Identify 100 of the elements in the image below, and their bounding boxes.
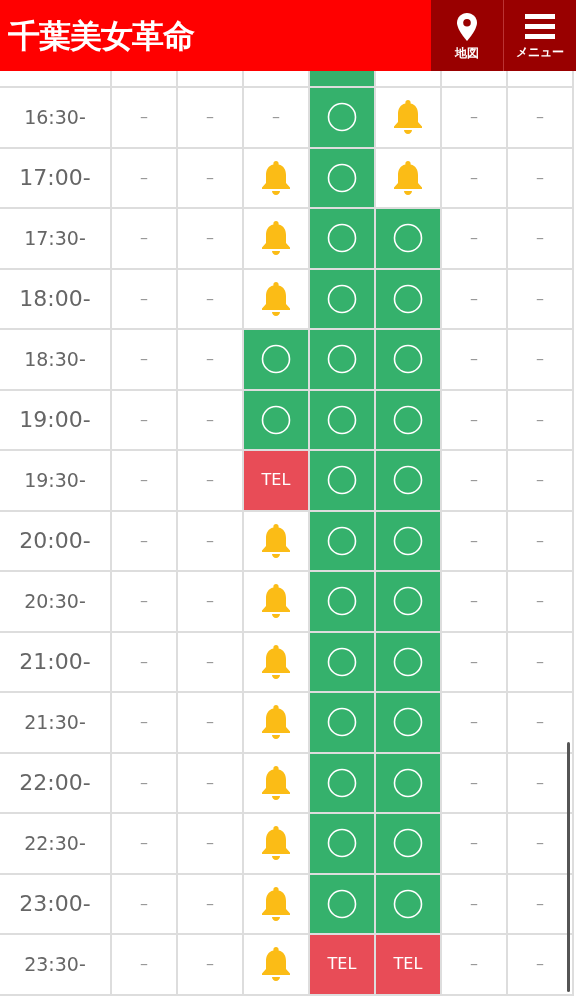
available-cell[interactable] bbox=[310, 209, 376, 270]
unavailable-cell: – bbox=[442, 572, 508, 633]
map-button[interactable]: 地図 bbox=[431, 0, 503, 71]
unavailable-cell: – bbox=[178, 632, 244, 693]
circle-icon bbox=[327, 888, 357, 919]
unavailable-cell: – bbox=[442, 390, 508, 451]
table-cell bbox=[442, 71, 508, 88]
available-cell[interactable] bbox=[310, 88, 376, 149]
available-cell[interactable] bbox=[376, 572, 442, 633]
bell-icon bbox=[393, 160, 423, 195]
unavailable-cell: – bbox=[178, 572, 244, 633]
bell-icon bbox=[261, 826, 291, 861]
bell-icon bbox=[261, 705, 291, 740]
available-cell[interactable] bbox=[244, 330, 310, 391]
unavailable-cell: – bbox=[508, 390, 574, 451]
unavailable-cell: – bbox=[442, 935, 508, 996]
unavailable-cell: – bbox=[112, 209, 178, 270]
available-cell[interactable] bbox=[310, 451, 376, 512]
tel-cell[interactable]: TEL bbox=[310, 935, 376, 996]
circle-icon bbox=[393, 404, 423, 435]
available-cell[interactable] bbox=[376, 874, 442, 935]
available-cell[interactable] bbox=[376, 390, 442, 451]
unavailable-cell: – bbox=[112, 390, 178, 451]
unavailable-cell: – bbox=[508, 88, 574, 149]
circle-icon bbox=[393, 767, 423, 798]
unavailable-cell: – bbox=[112, 269, 178, 330]
table-cell bbox=[178, 71, 244, 88]
circle-icon bbox=[327, 586, 357, 617]
unavailable-cell: – bbox=[112, 874, 178, 935]
available-cell[interactable] bbox=[310, 148, 376, 209]
unavailable-cell: – bbox=[442, 511, 508, 572]
bell-icon bbox=[261, 523, 291, 558]
circle-icon bbox=[327, 102, 357, 133]
available-cell[interactable] bbox=[310, 814, 376, 875]
bell-icon bbox=[261, 947, 291, 982]
unavailable-cell: – bbox=[508, 330, 574, 391]
available-cell bbox=[310, 71, 376, 88]
unavailable-cell: – bbox=[112, 88, 178, 149]
bell-icon bbox=[261, 281, 291, 316]
table-cell bbox=[112, 71, 178, 88]
menu-button[interactable]: メニュー bbox=[504, 0, 576, 71]
unavailable-cell: – bbox=[442, 148, 508, 209]
tel-cell[interactable]: TEL bbox=[376, 935, 442, 996]
circle-icon bbox=[327, 525, 357, 556]
unavailable-cell: – bbox=[178, 330, 244, 391]
circle-icon bbox=[327, 283, 357, 314]
available-cell[interactable] bbox=[376, 814, 442, 875]
table-cell bbox=[244, 71, 310, 88]
available-cell[interactable] bbox=[376, 753, 442, 814]
available-cell[interactable] bbox=[310, 753, 376, 814]
available-cell[interactable] bbox=[310, 330, 376, 391]
unavailable-cell: – bbox=[178, 88, 244, 149]
unavailable-cell: – bbox=[178, 935, 244, 996]
map-pin-icon bbox=[457, 12, 477, 41]
bell-icon bbox=[261, 160, 291, 195]
circle-icon bbox=[327, 223, 357, 254]
available-cell[interactable] bbox=[376, 511, 442, 572]
unavailable-cell: – bbox=[442, 814, 508, 875]
scrollbar[interactable] bbox=[567, 742, 570, 992]
available-cell[interactable] bbox=[376, 451, 442, 512]
unavailable-cell: – bbox=[178, 390, 244, 451]
unavailable-cell: – bbox=[508, 632, 574, 693]
unavailable-cell: – bbox=[508, 148, 574, 209]
available-cell[interactable] bbox=[376, 632, 442, 693]
unavailable-cell: – bbox=[178, 511, 244, 572]
site-logo[interactable]: 千葉美女革命 bbox=[8, 11, 194, 60]
bell-icon bbox=[261, 644, 291, 679]
unavailable-cell: – bbox=[442, 330, 508, 391]
available-cell[interactable] bbox=[310, 572, 376, 633]
available-cell[interactable] bbox=[310, 874, 376, 935]
available-cell[interactable] bbox=[376, 330, 442, 391]
unavailable-cell: – bbox=[508, 209, 574, 270]
available-cell[interactable] bbox=[376, 269, 442, 330]
unavailable-cell: – bbox=[178, 753, 244, 814]
circle-icon bbox=[393, 586, 423, 617]
available-cell[interactable] bbox=[310, 693, 376, 754]
circle-icon bbox=[393, 465, 423, 496]
circle-icon bbox=[393, 646, 423, 677]
available-cell[interactable] bbox=[376, 693, 442, 754]
available-cell[interactable] bbox=[376, 209, 442, 270]
unavailable-cell: – bbox=[508, 753, 574, 814]
available-cell[interactable] bbox=[310, 632, 376, 693]
unavailable-cell: – bbox=[508, 693, 574, 754]
bell-icon bbox=[393, 100, 423, 135]
circle-icon bbox=[327, 646, 357, 677]
circle-icon bbox=[327, 465, 357, 496]
unavailable-cell: – bbox=[508, 269, 574, 330]
unavailable-cell: – bbox=[178, 148, 244, 209]
available-cell[interactable] bbox=[310, 269, 376, 330]
circle-icon bbox=[327, 767, 357, 798]
unavailable-cell: – bbox=[112, 935, 178, 996]
available-cell[interactable] bbox=[244, 390, 310, 451]
available-cell[interactable] bbox=[310, 511, 376, 572]
circle-icon bbox=[393, 888, 423, 919]
tel-cell[interactable]: TEL bbox=[244, 451, 310, 512]
unavailable-cell: – bbox=[112, 693, 178, 754]
circle-icon bbox=[327, 344, 357, 375]
available-cell[interactable] bbox=[310, 390, 376, 451]
bell-icon bbox=[261, 221, 291, 256]
circle-icon bbox=[261, 404, 291, 435]
